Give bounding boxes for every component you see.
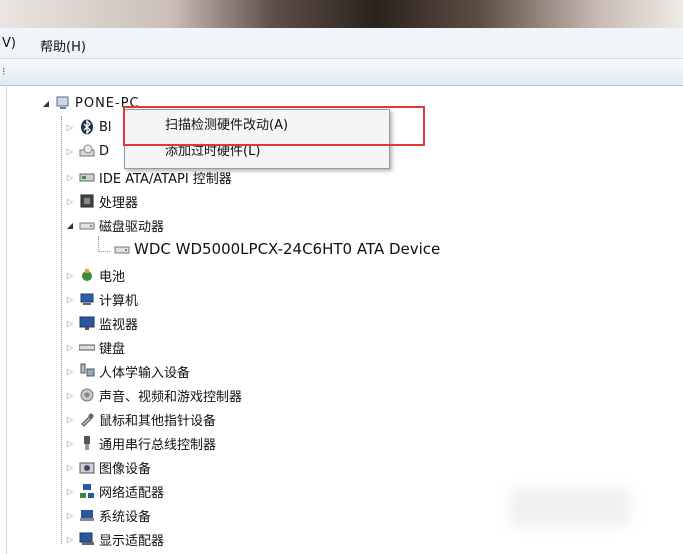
tree-item-disk-drives[interactable]: ◢ 磁盘驱动器 [65, 214, 164, 236]
usb-icon [79, 435, 95, 451]
network-icon [79, 483, 95, 499]
tree-item-label: 计算机 [99, 293, 139, 309]
disk-drive-icon [79, 217, 95, 233]
camera-icon [79, 459, 95, 475]
expand-arrow-icon[interactable]: ▷ [65, 295, 75, 304]
tree-item-processor[interactable]: ▷ 处理器 [65, 190, 138, 212]
menu-help[interactable]: 帮助(H) [40, 36, 86, 55]
tree-item-label: 磁盘驱动器 [99, 219, 165, 235]
tree-item-label: 声音、视频和游戏控制器 [99, 389, 243, 405]
system-device-icon [79, 507, 95, 523]
tree-item-label: 监视器 [99, 317, 139, 333]
tree-connector [98, 236, 99, 252]
background-photo-strip [0, 0, 683, 28]
toolbar: ⁝ [0, 59, 683, 86]
speaker-icon [79, 387, 95, 403]
expand-arrow-icon[interactable]: ▷ [65, 343, 75, 352]
tree-item-network[interactable]: ▷ 网络适配器 [65, 480, 164, 502]
tree-item-monitors[interactable]: ▷ 监视器 [65, 312, 138, 334]
tree-item-label: 网络适配器 [99, 485, 165, 501]
tree-item-dvd[interactable]: ▷ D [65, 140, 109, 162]
computer-icon [79, 291, 95, 307]
tree-item-usb[interactable]: ▷ 通用串行总线控制器 [65, 432, 216, 454]
processor-icon [79, 193, 95, 209]
expand-arrow-icon[interactable]: ▷ [65, 319, 75, 328]
hid-icon [79, 363, 95, 379]
tree-item-wdc-device[interactable]: WDC WD5000LPCX-24C6HT0 ATA Device [110, 238, 440, 260]
tree-item-label: 系统设备 [99, 509, 152, 525]
expand-arrow-icon[interactable]: ▷ [65, 147, 75, 156]
tree-item-ide[interactable]: ▷ IDE ATA/ATAPI 控制器 [65, 166, 232, 188]
mouse-icon [79, 411, 95, 427]
tree-item-label: 通用串行总线控制器 [99, 437, 217, 453]
tree-item-battery[interactable]: ▷ 电池 [65, 264, 125, 286]
monitor-icon [79, 315, 95, 331]
expand-arrow-icon[interactable]: ▷ [65, 173, 75, 182]
tree-item-label: 键盘 [99, 341, 126, 357]
tree-item-label: 图像设备 [99, 461, 152, 477]
tree-item-label: IDE ATA/ATAPI 控制器 [99, 171, 232, 187]
tree-connector [61, 116, 62, 544]
tree-item-sound[interactable]: ▷ 声音、视频和游戏控制器 [65, 384, 242, 406]
disk-drive-icon [114, 241, 130, 257]
tree-item-system[interactable]: ▷ 系统设备 [65, 504, 151, 526]
tree-item-label: Bl [99, 119, 112, 135]
toolbar-icon[interactable]: ⁝ [2, 65, 6, 78]
tree-item-label: 处理器 [99, 195, 139, 211]
display-adapter-icon [79, 531, 95, 547]
tree-item-label: 人体学输入设备 [99, 365, 191, 381]
tree-item-keyboard[interactable]: ▷ 键盘 [65, 336, 125, 358]
blur-region [510, 488, 630, 526]
tree-item-label: D [99, 143, 110, 159]
tree-connector [98, 251, 110, 252]
tree-item-hid[interactable]: ▷ 人体学输入设备 [65, 360, 190, 382]
bluetooth-icon [79, 119, 95, 135]
expand-arrow-icon[interactable]: ▷ [65, 123, 75, 132]
battery-icon [79, 267, 95, 283]
tree-item-mouse[interactable]: ▷ 鼠标和其他指针设备 [65, 408, 216, 430]
computer-icon [55, 95, 71, 111]
tree-item-label: WDC WD5000LPCX-24C6HT0 ATA Device [134, 240, 441, 258]
collapse-arrow-icon[interactable]: ◢ [65, 221, 75, 230]
tree-item-bluetooth[interactable]: ▷ Bl [65, 116, 112, 138]
tree-item-display[interactable]: ▷ 显示适配器 [65, 528, 164, 550]
expand-arrow-icon[interactable]: ▷ [65, 439, 75, 448]
keyboard-icon [79, 339, 95, 355]
expand-arrow-icon[interactable]: ▷ [65, 391, 75, 400]
highlight-box [123, 106, 425, 146]
expand-arrow-icon[interactable]: ▷ [65, 197, 75, 206]
tree-item-label: 电池 [99, 269, 126, 285]
expand-arrow-icon[interactable]: ▷ [65, 511, 75, 520]
expand-arrow-icon[interactable]: ▷ [65, 463, 75, 472]
menu-view[interactable]: V) [2, 36, 16, 51]
expand-arrow-icon[interactable]: ▷ [65, 367, 75, 376]
expand-arrow-icon[interactable]: ▷ [65, 271, 75, 280]
tree-item-imaging[interactable]: ▷ 图像设备 [65, 456, 151, 478]
drive-icon [79, 143, 95, 159]
collapse-arrow-icon[interactable]: ◢ [41, 99, 51, 108]
expand-arrow-icon[interactable]: ▷ [65, 487, 75, 496]
tree-item-label: 显示适配器 [99, 533, 165, 549]
menu-bar: V) 帮助(H) [0, 28, 683, 59]
ide-controller-icon [79, 169, 95, 185]
expand-arrow-icon[interactable]: ▷ [65, 415, 75, 424]
tree-item-computer[interactable]: ▷ 计算机 [65, 288, 138, 310]
expand-arrow-icon[interactable]: ▷ [65, 535, 75, 544]
tree-item-label: 鼠标和其他指针设备 [99, 413, 217, 429]
